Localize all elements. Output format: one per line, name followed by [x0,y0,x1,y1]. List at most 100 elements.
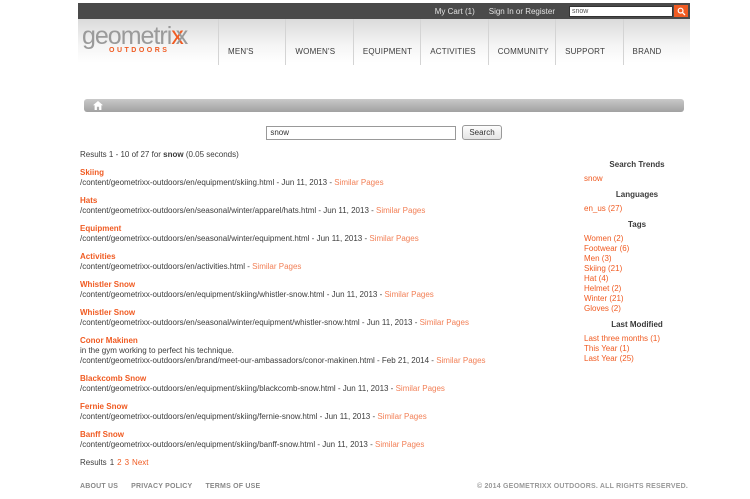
logo-wordmark: geometrixx [82,22,188,50]
search-result: Fernie Snow/content/geometrixx-outdoors/… [80,402,564,422]
site-logo[interactable]: geometrixx OUTDOORS [78,19,218,65]
facet-link[interactable]: Men (3) [584,254,690,264]
search-result: Whistler Snow/content/geometrixx-outdoor… [80,280,564,300]
result-meta: /content/geometrixx-outdoors/en/equipmen… [80,440,564,450]
search-facets-sidebar: Search Trends snow Languages en_us (27) Tags… [584,150,690,468]
my-cart-link[interactable]: My Cart (1) [435,7,475,16]
result-path: /content/geometrixx-outdoors/en/seasonal… [80,318,420,327]
result-title-link[interactable]: Conor Makinen [80,336,564,346]
result-path: /content/geometrixx-outdoors/en/seasonal… [80,234,370,243]
result-path: /content/geometrixx-outdoors/en/activiti… [80,262,253,271]
nav-item-brand[interactable]: BRAND [622,19,690,65]
facet-link[interactable]: Women (2) [584,234,690,244]
main-content: Results 1 - 10 of 27 for snow (0.05 seco… [78,140,690,468]
nav-item-activities[interactable]: ACTIVITIES [420,19,487,65]
page-canvas: My Cart (1) Sign In or Register geometri… [78,3,690,490]
facet-link[interactable]: snow [584,174,690,184]
footer-links: ABOUT US PRIVACY POLICY TERMS OF USE [80,483,260,490]
nav-item-mens[interactable]: MEN'S [218,19,285,65]
similar-pages-link[interactable]: Similar Pages [377,412,426,421]
pagination-next-link[interactable]: Next [132,458,148,467]
result-meta: /content/geometrixx-outdoors/en/equipmen… [80,290,564,300]
result-meta: /content/geometrixx-outdoors/en/activiti… [80,262,564,272]
pagination-current-page: 1 [109,458,115,467]
similar-pages-link[interactable]: Similar Pages [369,234,418,243]
result-title-link[interactable]: Fernie Snow [80,402,564,412]
search-result: Hats/content/geometrixx-outdoors/en/seas… [80,196,564,216]
search-form: Search [78,125,690,140]
facet-link[interactable]: en_us (27) [584,204,690,214]
page-footer: ABOUT US PRIVACY POLICY TERMS OF USE © 2… [78,476,690,490]
facet-link[interactable]: Last three months (1) [584,334,690,344]
facet-link[interactable]: Gloves (2) [584,304,690,314]
logo-tagline: OUTDOORS [109,47,170,54]
facet-link[interactable]: Footwear (6) [584,244,690,254]
facet-link[interactable]: This Year (1) [584,344,690,354]
footer-link-privacy-policy[interactable]: PRIVACY POLICY [131,483,192,490]
result-meta: /content/geometrixx-outdoors/en/equipmen… [80,384,564,394]
similar-pages-link[interactable]: Similar Pages [375,440,424,449]
facet-link[interactable]: Winter (21) [584,294,690,304]
nav-item-womens[interactable]: WOMEN'S [285,19,352,65]
result-meta: /content/geometrixx-outdoors/en/seasonal… [80,234,564,244]
home-icon[interactable] [93,101,103,110]
facet-heading-search-trends: Search Trends [609,160,665,169]
similar-pages-link[interactable]: Similar Pages [334,178,383,187]
result-path: /content/geometrixx-outdoors/en/brand/me… [80,356,437,365]
search-result: Banff Snow/content/geometrixx-outdoors/e… [80,430,564,450]
facet-heading-languages: Languages [615,190,659,199]
result-title-link[interactable]: Skiing [80,168,564,178]
similar-pages-link[interactable]: Similar Pages [252,262,301,271]
result-title-link[interactable]: Whistler Snow [80,280,564,290]
result-title-link[interactable]: Blackcomb Snow [80,374,564,384]
nav-item-equipment[interactable]: EQUIPMENT [352,19,420,65]
pagination-page-2[interactable]: 2 [117,458,121,467]
result-path: /content/geometrixx-outdoors/en/seasonal… [80,206,377,215]
result-path: /content/geometrixx-outdoors/en/equipmen… [80,178,335,187]
facet-heading-last-modified: Last Modified [611,320,663,329]
search-result: Conor Makinen in the gym working to perfe… [80,336,564,366]
search-result: Skiing/content/geometrixx-outdoors/en/eq… [80,168,564,188]
similar-pages-link[interactable]: Similar Pages [384,290,433,299]
footer-link-about-us[interactable]: ABOUT US [80,483,118,490]
facet-link[interactable]: Hat (4) [584,274,690,284]
facet-heading-tags: Tags [627,220,647,229]
result-title-link[interactable]: Activities [80,252,564,262]
result-title-link[interactable]: Equipment [80,224,564,234]
magnifier-icon [677,7,686,16]
search-input[interactable] [266,125,457,140]
facet-link[interactable]: Helmet (2) [584,284,690,294]
facet-link[interactable]: Last Year (25) [584,354,690,364]
similar-pages-link[interactable]: Similar Pages [376,206,425,215]
pagination: Results 1 2 3 Next [80,458,564,468]
search-result: Equipment/content/geometrixx-outdoors/en… [80,224,564,244]
nav-item-community[interactable]: COMMUNITY [487,19,555,65]
result-meta: /content/geometrixx-outdoors/en/equipmen… [80,178,564,188]
search-result: Whistler Snow/content/geometrixx-outdoor… [80,308,564,328]
result-title-link[interactable]: Whistler Snow [80,308,564,318]
result-meta: /content/geometrixx-outdoors/en/equipmen… [80,412,564,422]
pagination-label: Results [80,458,107,467]
footer-link-terms-of-use[interactable]: TERMS OF USE [205,483,260,490]
search-result: Blackcomb Snow/content/geometrixx-outdoo… [80,374,564,394]
topbar-search-input[interactable] [569,5,673,17]
search-button[interactable]: Search [462,125,502,140]
topbar-search-button[interactable] [674,5,688,17]
result-title-link[interactable]: Banff Snow [80,430,564,440]
results-list: Skiing/content/geometrixx-outdoors/en/eq… [80,168,564,450]
sign-in-link[interactable]: Sign In or Register [489,7,555,16]
result-meta: /content/geometrixx-outdoors/en/brand/me… [80,356,564,366]
pagination-page-3[interactable]: 3 [125,458,129,467]
similar-pages-link[interactable]: Similar Pages [436,356,485,365]
result-title-link[interactable]: Hats [80,196,564,206]
facet-link[interactable]: Skiing (21) [584,264,690,274]
similar-pages-link[interactable]: Similar Pages [396,384,445,393]
top-utility-bar: My Cart (1) Sign In or Register [78,3,690,19]
search-term: snow [163,150,184,159]
similar-pages-link[interactable]: Similar Pages [420,318,469,327]
result-path: /content/geometrixx-outdoors/en/equipmen… [80,440,375,449]
nav-item-support[interactable]: SUPPORT [555,19,622,65]
result-path: /content/geometrixx-outdoors/en/equipmen… [80,384,396,393]
results-column: Results 1 - 10 of 27 for snow (0.05 seco… [80,150,584,468]
result-snippet: in the gym working to perfect his techni… [80,346,234,355]
